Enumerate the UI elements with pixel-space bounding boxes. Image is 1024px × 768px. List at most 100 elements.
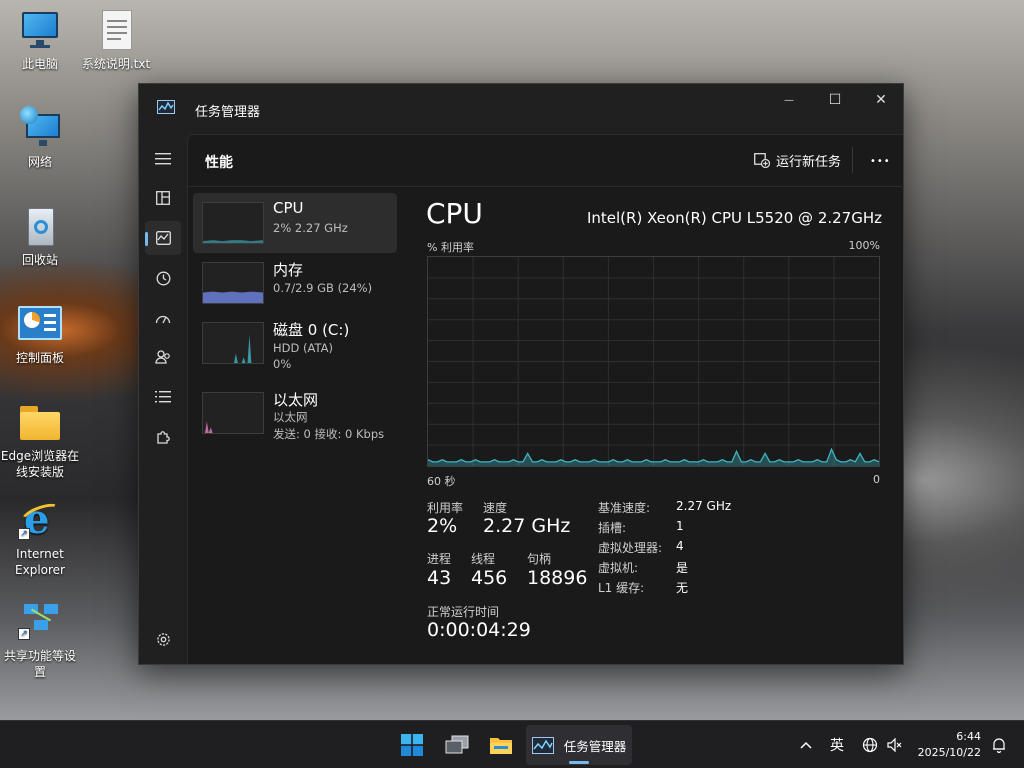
threads-label: 线程: [471, 552, 496, 566]
run-new-task-button[interactable]: 运行新任务: [754, 151, 841, 170]
graph-y-max: 100%: [848, 239, 880, 252]
processes-icon: [156, 191, 170, 205]
recycle-bin-icon: [18, 204, 62, 248]
folder-icon: [490, 738, 512, 754]
maximize-button[interactable]: ☐: [812, 84, 858, 116]
title-bar[interactable]: 任务管理器 — ☐ ✕: [139, 84, 903, 134]
clock-time[interactable]: 6:44: [918, 730, 981, 743]
window-title: 任务管理器: [195, 105, 261, 120]
spec-value: 1: [676, 519, 684, 533]
start-button[interactable]: [392, 725, 432, 765]
minimize-button[interactable]: —: [766, 84, 812, 116]
spec-key: 插槽:: [598, 521, 627, 535]
bell-icon: [993, 738, 1005, 753]
more-options-button[interactable]: •••: [870, 149, 891, 168]
desktop-icon-network[interactable]: 网络: [0, 106, 80, 170]
cpu-thumbnail-graph: [202, 202, 264, 244]
network-share-icon: ↗: [18, 600, 62, 644]
nav-performance[interactable]: [145, 221, 181, 255]
nav-menu-button[interactable]: [145, 142, 181, 176]
processes-value: 43: [427, 567, 452, 589]
close-button[interactable]: ✕: [858, 84, 904, 116]
graph-y-label: % 利用率: [427, 241, 474, 254]
resource-detail-secondary: 0%: [273, 357, 292, 371]
desktop-icon-readme[interactable]: 系统说明.txt: [76, 8, 156, 72]
graph-gridlines: [428, 257, 879, 466]
internet-explorer-icon: e ↗: [18, 498, 64, 542]
utilization-value: 2%: [427, 515, 458, 537]
resource-detail: 0.7/2.9 GB (24%): [273, 281, 373, 295]
resource-name: CPU: [273, 199, 304, 217]
globe-icon: [862, 737, 878, 753]
maximize-icon: ☐: [828, 92, 842, 108]
graph-x-left-label: 60 秒: [427, 475, 456, 488]
nav-services[interactable]: [145, 420, 181, 454]
nav-app-history[interactable]: [145, 261, 181, 295]
task-manager-app-icon: [531, 736, 554, 754]
resource-item-disk[interactable]: 磁盘 0 (C:) HDD (ATA) 0%: [193, 313, 397, 373]
performance-icon: [155, 231, 171, 245]
desktop-icon-label: Edge浏览器在线安装版: [0, 449, 80, 479]
list-icon: [155, 391, 171, 403]
resource-item-cpu[interactable]: CPU 2% 2.27 GHz: [193, 193, 397, 253]
spec-value: 是: [676, 561, 689, 575]
utilization-label: 利用率: [427, 501, 464, 515]
resource-detail: 2% 2.27 GHz: [273, 221, 348, 235]
task-manager-window: 任务管理器 — ☐ ✕ 性能 运行新任务 ••• CPU 2% 2.27 GHz…: [138, 83, 904, 665]
more-icon: •••: [870, 156, 891, 167]
clock-date[interactable]: 2025/10/22: [910, 746, 981, 759]
resource-name: 磁盘 0 (C:): [273, 321, 350, 339]
task-manager-app-icon: [157, 100, 175, 114]
ime-label: 英: [830, 738, 844, 754]
resource-name: 以太网: [273, 391, 319, 409]
nav-processes[interactable]: [145, 181, 181, 215]
network-status-button[interactable]: [858, 725, 882, 765]
desktop-icon-internet-explorer[interactable]: e ↗ Internet Explorer: [0, 498, 80, 578]
desktop-icon-recycle-bin[interactable]: 回收站: [0, 204, 80, 268]
speedometer-icon: [155, 315, 171, 324]
notifications-button[interactable]: [988, 725, 1010, 765]
spec-value: 2.27 GHz: [676, 499, 732, 513]
spec-value: 4: [676, 539, 684, 553]
cpu-model-name: Intel(R) Xeon(R) CPU L5520 @ 2.27GHz: [586, 209, 882, 227]
desktop-icon-this-pc[interactable]: 此电脑: [0, 8, 80, 72]
spec-key: L1 缓存:: [598, 581, 645, 595]
taskbar-task-manager[interactable]: 任务管理器: [526, 725, 632, 765]
threads-value: 456: [471, 567, 508, 589]
input-method-button[interactable]: 英: [823, 725, 851, 765]
gear-icon: [156, 632, 170, 646]
desktop-icon-edge-installer[interactable]: Edge浏览器在线安装版: [0, 400, 80, 480]
run-new-task-label: 运行新任务: [776, 155, 842, 170]
desktop-icon-sharing-settings[interactable]: ↗ 共享功能等设置: [0, 600, 80, 680]
resource-item-ethernet[interactable]: 以太网 以太网 发送: 0 接收: 0 Kbps: [193, 383, 397, 443]
tray-overflow-button[interactable]: [795, 725, 817, 765]
taskbar-app-label: 任务管理器: [563, 738, 627, 754]
volume-button[interactable]: [884, 725, 906, 765]
nav-details[interactable]: [145, 380, 181, 414]
desktop-icon-control-panel[interactable]: 控制面板: [0, 302, 80, 366]
active-indicator: [569, 761, 589, 764]
desktop-icon-label: 此电脑: [21, 57, 58, 71]
spec-key: 虚拟处理器:: [598, 541, 663, 555]
task-view-button[interactable]: [437, 725, 477, 765]
resource-detail-secondary: 发送: 0 接收: 0 Kbps: [273, 427, 385, 441]
memory-thumbnail-graph: [202, 262, 264, 304]
header-divider: [852, 147, 853, 173]
minimize-icon: —: [784, 94, 794, 106]
spec-key: 虚拟机:: [598, 561, 639, 575]
nav-settings[interactable]: [145, 622, 181, 656]
speed-value: 2.27 GHz: [483, 515, 571, 537]
file-explorer-button[interactable]: [481, 725, 521, 765]
nav-users[interactable]: [145, 340, 181, 374]
spec-value: 无: [676, 581, 689, 595]
nav-startup-apps[interactable]: [145, 301, 181, 335]
resource-detail: HDD (ATA): [273, 341, 333, 355]
desktop-icon-label: 共享功能等设置: [3, 649, 76, 679]
sidebar-nav: [139, 134, 187, 664]
text-file-icon: [94, 8, 138, 52]
resource-item-memory[interactable]: 内存 0.7/2.9 GB (24%): [193, 253, 397, 313]
page-header: 性能 运行新任务 •••: [188, 135, 904, 187]
main-content: 性能 运行新任务 ••• CPU 2% 2.27 GHz 内存 0.7/2.9 …: [187, 134, 904, 664]
uptime-label: 正常运行时间: [427, 605, 500, 619]
ethernet-thumbnail-graph: [202, 392, 264, 434]
